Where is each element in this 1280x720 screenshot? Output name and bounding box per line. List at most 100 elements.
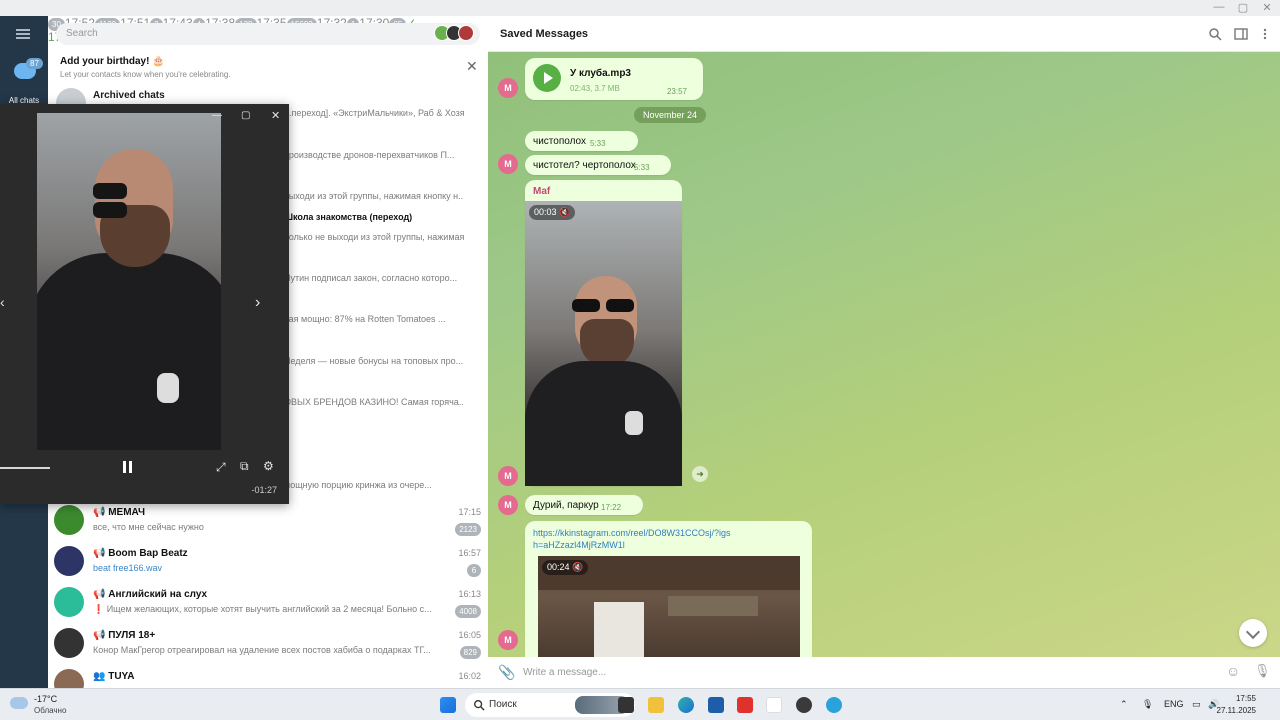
more-icon[interactable] (1258, 27, 1272, 41)
pip-maximize-icon[interactable]: ▢ (241, 110, 250, 121)
file-explorer-icon[interactable] (648, 697, 664, 713)
scroll-down-button[interactable] (1239, 619, 1267, 647)
attach-icon[interactable]: 📎 (498, 664, 515, 681)
sidebar-toggle-icon[interactable] (1234, 27, 1248, 41)
search-input[interactable]: Search (56, 23, 480, 45)
list-item[interactable]: 📢 ПУЛЯ 18+ 16:05 Конор МакГрегор отреагиро… (48, 625, 488, 666)
pip-close-icon[interactable]: ✕ (271, 109, 280, 122)
next-arrow-icon[interactable]: › (255, 294, 260, 312)
chat-time: 17:15 (458, 507, 481, 517)
all-chats-unread-badge: 87 (26, 58, 43, 69)
chat-preview: Неделя — новые бонусы на топовых про... (284, 356, 464, 366)
clock[interactable]: 17:55 27.11.2025 (1217, 693, 1256, 717)
unread-count-badge: 829 (459, 646, 481, 659)
video-thumbnail[interactable]: 00:03 🔇 (525, 201, 682, 486)
forward-icon[interactable]: ➜ (692, 466, 708, 482)
pip-minimize-icon[interactable]: — (212, 110, 222, 121)
message-bubble[interactable]: чистотел? чертополох 5:33 (525, 155, 671, 175)
window-titlebar: — ▢ ✕ (0, 0, 1280, 16)
microphone-tray-icon[interactable]: 🎙 (1142, 699, 1153, 710)
message-text: Дурий, паркур (533, 500, 599, 511)
chat-name: 👥 TUYA (93, 671, 135, 682)
hamburger-menu-icon[interactable] (16, 29, 30, 39)
task-view-icon[interactable] (618, 697, 634, 713)
taskbar-search-text: Поиск (489, 699, 517, 710)
pip-toggle-icon[interactable]: ⧉ (240, 459, 249, 474)
pip-video-frame[interactable] (37, 113, 221, 450)
chat-preview: Школа знакомства (переход) (284, 212, 413, 222)
weather-desc[interactable]: Облачно (34, 706, 66, 715)
windows-start-icon[interactable] (440, 697, 456, 713)
archived-chats-label[interactable]: Archived chats (93, 90, 165, 101)
avatar[interactable]: M (498, 495, 518, 515)
edge-icon[interactable] (678, 697, 694, 713)
unread-count-badge: 6 (467, 564, 481, 577)
language-indicator[interactable]: ENG (1164, 699, 1184, 709)
search-icon[interactable] (1208, 27, 1222, 41)
unread-count-badge: 4008 (455, 605, 481, 618)
list-item[interactable]: 📢 Boom Bap Beatz 16:57 beat free166.wav 6 (48, 543, 488, 584)
pip-progress-bar[interactable] (0, 467, 50, 469)
message-bubble[interactable]: чистополох 5:33 (525, 131, 638, 151)
chat-preview: Только не выходи из этой группы, нажимая… (284, 232, 464, 242)
list-item[interactable]: 📢 МЕМАЧ 17:15 все, что мне сейчас нужно 212… (48, 502, 488, 543)
chat-preview: производстве дронов-перехватчиков П... (284, 150, 455, 160)
minimize-button[interactable]: — (1208, 1, 1230, 13)
avatar[interactable]: M (498, 466, 518, 486)
chat-preview: ...переход]. «ЭкстриМальчики», Раб & Хоз… (284, 108, 464, 118)
list-item[interactable]: 👥 TUYA 16:02 (48, 666, 488, 688)
tray-chevron-icon[interactable]: ⌃ (1120, 699, 1128, 710)
list-item[interactable]: 📢 Английский на слух 16:13 ❗ Ищем желающих… (48, 584, 488, 625)
pip-video-player[interactable]: — ▢ ✕ › ‹ ⤢ ⧉ ⚙ -01:27 (0, 104, 289, 504)
mute-icon[interactable]: 🔇 (559, 207, 570, 217)
chat-preview: выходи из этой группы, нажимая кнопку н.… (284, 191, 464, 201)
fullscreen-icon[interactable]: ⤢ (216, 460, 226, 475)
telegram-icon[interactable] (826, 697, 842, 713)
message-input[interactable]: Write a message... (523, 667, 606, 678)
chat-title[interactable]: Saved Messages (500, 28, 588, 40)
maximize-button[interactable]: ▢ (1232, 1, 1254, 14)
video-message[interactable]: Maf 00:03 🔇 (525, 180, 682, 486)
chat-preview: ❗ Ищем желающих, которые хотят выучить а… (93, 604, 432, 614)
message-link[interactable]: https://kkinstagram.com/reel/DO8W31CCOsj… (533, 527, 733, 551)
close-icon[interactable]: ✕ (466, 58, 478, 75)
prev-arrow-icon[interactable]: ‹ (0, 294, 5, 310)
yandex-icon[interactable] (737, 697, 753, 713)
message-bubble[interactable]: Дурий, паркур 17:22 (525, 495, 643, 515)
emoji-icon[interactable]: ☺ (1226, 663, 1240, 679)
birthday-banner[interactable]: Add your birthday! 🎂 Let your contacts k… (60, 56, 231, 79)
chat-time: 16:13 (458, 589, 481, 599)
play-icon[interactable] (533, 64, 561, 92)
message-time: 5:33 (634, 163, 650, 172)
chat-time: 16:05 (458, 630, 481, 640)
chat-header: Saved Messages (488, 16, 1280, 52)
pause-icon[interactable] (123, 461, 135, 476)
message-input-bar: 📎 Write a message... ☺ 🎙 (488, 657, 1280, 688)
audio-message[interactable]: У клуба.mp3 02:43, 3.7 MB 23:57 (525, 58, 703, 100)
video-duration: 00:03 🔇 (529, 205, 576, 220)
message-author: Maf (533, 186, 551, 197)
story-avatars[interactable] (434, 25, 474, 43)
taskbar-search[interactable]: Поиск (465, 693, 635, 717)
search-icon (474, 700, 485, 711)
weather-icon[interactable] (10, 697, 28, 709)
app-icon[interactable] (796, 697, 812, 713)
video-duration: 00:24 🔇 (542, 560, 589, 575)
network-icon[interactable]: ▭ (1192, 699, 1201, 710)
microphone-icon[interactable]: 🎙 (1254, 663, 1271, 679)
settings-icon[interactable]: ⚙ (263, 459, 274, 473)
yandex-browser-icon[interactable] (766, 697, 782, 713)
chat-time: 16:02 (458, 671, 481, 681)
chat-name: 📢 Английский на слух (93, 589, 208, 600)
avatar[interactable]: M (498, 78, 518, 98)
avatar[interactable]: M (498, 154, 518, 174)
chat-preview: beat free166.wav (93, 563, 163, 573)
unread-count-badge: 2123 (455, 523, 481, 536)
mute-icon[interactable]: 🔇 (572, 562, 583, 572)
close-window-button[interactable]: ✕ (1256, 1, 1278, 14)
avatar[interactable]: M (498, 630, 518, 650)
chat-preview: все, что мне сейчас нужно (93, 522, 204, 532)
weather-temp[interactable]: -17°C (34, 694, 57, 704)
store-icon[interactable] (708, 697, 724, 713)
video-thumbnail[interactable]: 00:24 🔇 (538, 556, 800, 658)
